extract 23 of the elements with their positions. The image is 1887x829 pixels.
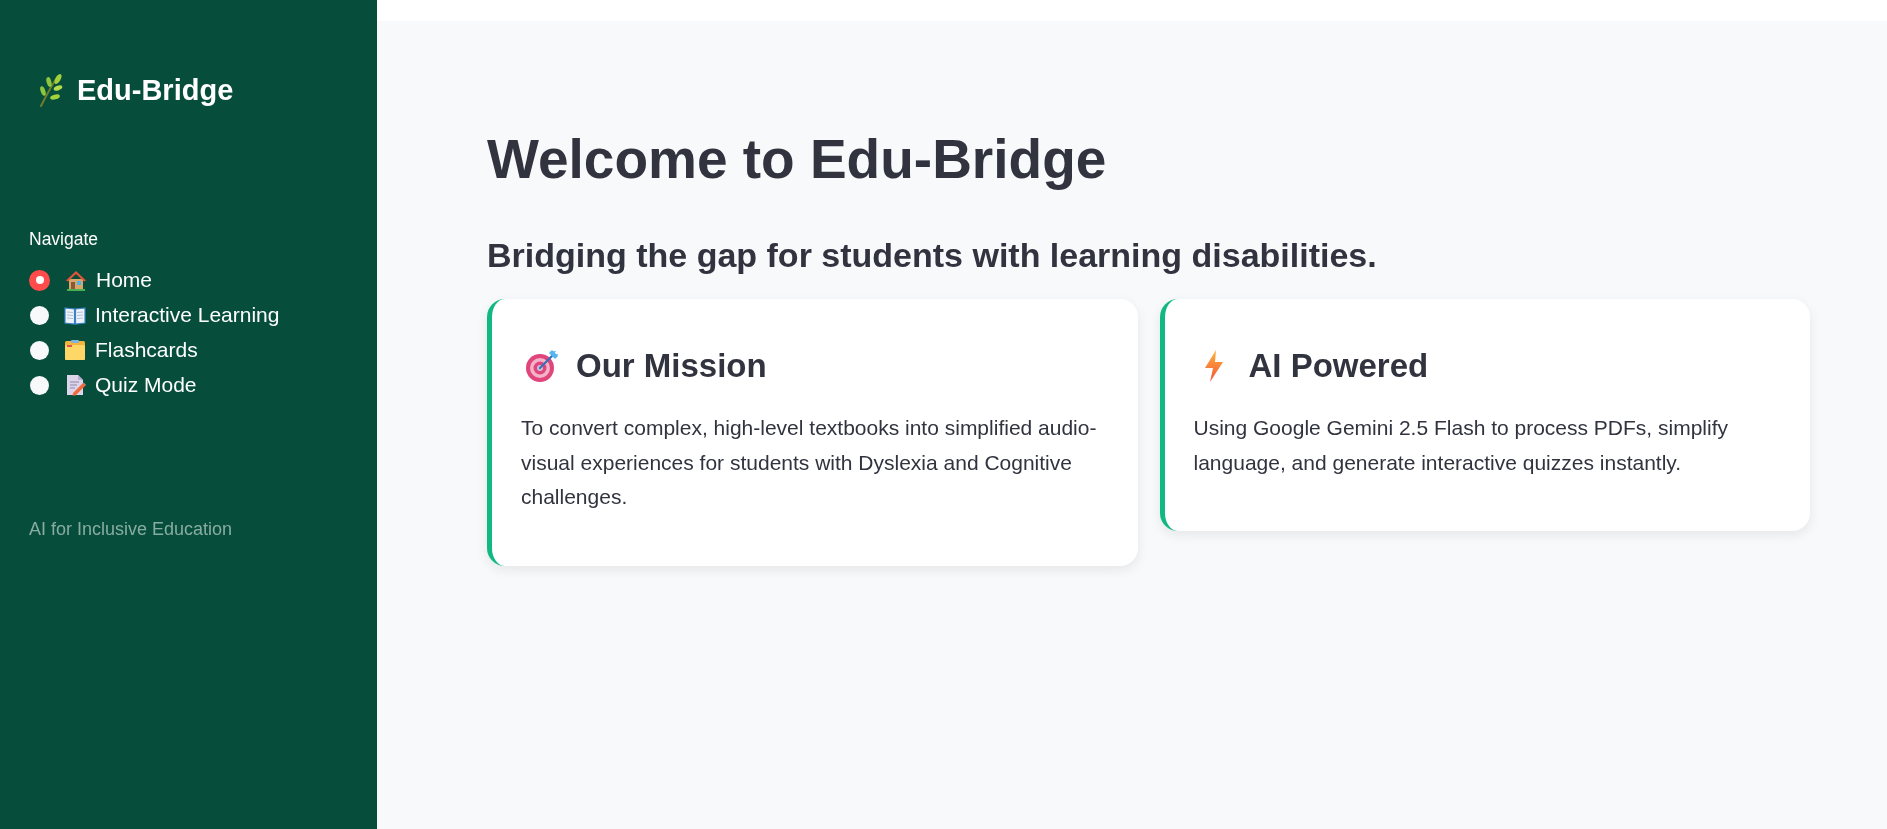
- nav-option-label[interactable]: Interactive Learning: [95, 303, 280, 327]
- memo-pencil-icon: [64, 374, 86, 396]
- card-description: To convert complex, high-level textbooks into simplified audio-visual experiences for students with Dyslexia and Cognitive challenges.: [521, 415, 1098, 510]
- target-dart-icon: [525, 349, 559, 383]
- nav-option-label[interactable]: Home: [96, 268, 153, 292]
- radio-button[interactable]: [30, 305, 49, 325]
- nav-heading: Navigate: [29, 228, 100, 250]
- sidebar-caption: AI for Inclusive Education: [29, 518, 234, 540]
- card-description: Using Google Gemini 2.5 Flash to process PDFs, simplify language, and generate interactive quizzes instantly.: [1193, 415, 1730, 476]
- nav-option-label[interactable]: Quiz Mode: [95, 373, 197, 397]
- radio-button[interactable]: [29, 269, 50, 291]
- radio-button[interactable]: [30, 340, 49, 360]
- radio-button[interactable]: [30, 375, 49, 395]
- card-title: Our Mission: [576, 347, 767, 385]
- nav-option-label[interactable]: Flashcards: [95, 338, 198, 362]
- app-title: Edu-Bridge: [77, 73, 234, 108]
- folder-icon: [64, 339, 86, 361]
- page-title: Welcome to Edu-Bridge: [487, 127, 1108, 192]
- house-icon: [65, 269, 87, 291]
- leaf-sprig-icon: [37, 73, 63, 107]
- page-subtitle: Bridging the gap for students with learning disabilities.: [487, 235, 1378, 275]
- open-book-icon: [64, 304, 86, 326]
- card-title: AI Powered: [1248, 347, 1429, 385]
